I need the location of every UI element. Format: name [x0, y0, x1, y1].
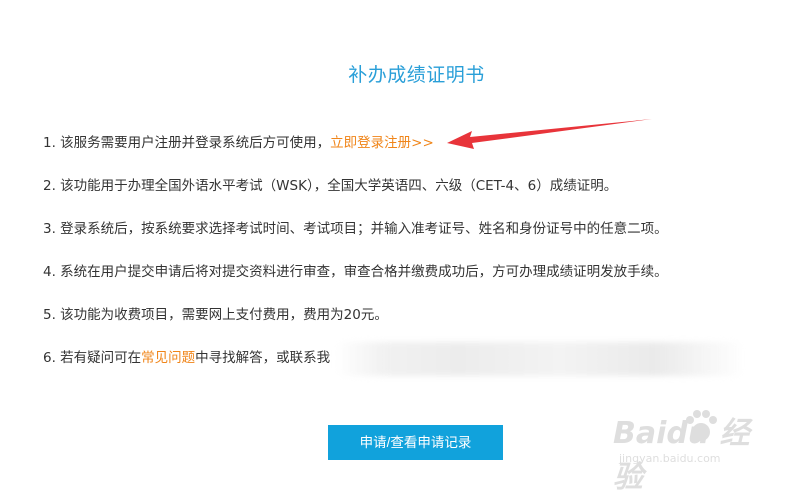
instruction-text: 4. 系统在用户提交申请后将对提交资料进行审查，审查合格并缴费成功后，方可办理成… — [43, 264, 668, 280]
baidu-jingyan-watermark: Baidu 经验 jingyan.baidu.com — [613, 400, 763, 491]
redacted-contact-blur — [335, 342, 745, 376]
instruction-text: 1. 该服务需要用户注册并登录系统后方可使用， — [43, 135, 331, 151]
instruction-item-3: 3. 登录系统后，按系统要求选择考试时间、考试项目；并输入准考证号、姓名和身份证… — [43, 219, 668, 239]
apply-view-records-button[interactable]: 申请/查看申请记录 — [328, 425, 503, 460]
instruction-text: 5. 该功能为收费项目，需要网上支付费用，费用为20元。 — [43, 307, 388, 323]
login-register-link[interactable]: 立即登录注册>> — [330, 135, 434, 151]
instruction-text: 6. 若有疑问可在 — [43, 350, 142, 366]
instruction-item-5: 5. 该功能为收费项目，需要网上支付费用，费用为20元。 — [43, 305, 388, 325]
instruction-item-4: 4. 系统在用户提交申请后将对提交资料进行审查，审查合格并缴费成功后，方可办理成… — [43, 262, 668, 282]
instruction-item-6: 6. 若有疑问可在常见问题中寻找解答，或联系我 — [43, 348, 330, 368]
arrow-shape — [447, 119, 652, 149]
page-title: 补办成绩证明书 — [348, 64, 485, 86]
page: 补办成绩证明书 1. 该服务需要用户注册并登录系统后方可使用，立即登录注册>> … — [0, 0, 793, 491]
instruction-text: 3. 登录系统后，按系统要求选择考试时间、考试项目；并输入准考证号、姓名和身份证… — [43, 221, 668, 237]
instruction-item-2: 2. 该功能用于办理全国外语水平考试（WSK），全国大学英语四、六级（CET-4… — [43, 176, 617, 196]
instruction-text: 2. 该功能用于办理全国外语水平考试（WSK），全国大学英语四、六级（CET-4… — [43, 178, 618, 194]
watermark-logo-text: Baidu 经验 — [613, 416, 750, 491]
instruction-item-1: 1. 该服务需要用户注册并登录系统后方可使用，立即登录注册>> — [43, 133, 434, 153]
instruction-text: 中寻找解答，或联系我 — [195, 350, 331, 366]
faq-link[interactable]: 常见问题 — [141, 350, 195, 366]
watermark-url: jingyan.baidu.com — [619, 452, 721, 465]
